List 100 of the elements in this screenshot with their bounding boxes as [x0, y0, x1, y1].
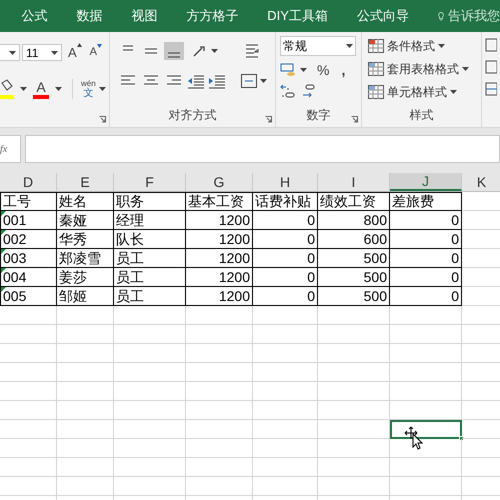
dialog-launcher-icon[interactable] — [265, 116, 272, 123]
caret-icon — [346, 44, 353, 48]
grid-cell — [318, 382, 390, 401]
decrease-indent-icon[interactable] — [187, 73, 205, 89]
caret-icon — [450, 90, 457, 94]
grid-cell — [0, 306, 57, 325]
grid-cell — [253, 363, 318, 382]
grid-cell — [186, 477, 253, 496]
insert-function-box[interactable]: fx — [0, 135, 21, 163]
grid-cell — [114, 363, 186, 382]
grid-cell — [114, 401, 186, 420]
column-header[interactable]: G — [186, 173, 253, 191]
table-cell: 500 — [318, 249, 390, 268]
insert-cells-icon[interactable] — [485, 38, 497, 52]
merge-cells-icon[interactable] — [241, 74, 257, 88]
down-triangle-icon — [97, 44, 102, 48]
table-cell: 华秀 — [57, 230, 114, 249]
grid-cell — [114, 325, 186, 344]
dialog-launcher-icon[interactable] — [99, 116, 106, 123]
group-label: 数字 — [306, 107, 330, 124]
grid-cell — [0, 477, 57, 496]
number-format-dropdown[interactable]: 常规 — [280, 36, 356, 56]
grid-cell — [186, 344, 253, 363]
error-indicator-icon — [1, 211, 6, 216]
table-cell: 0 — [253, 287, 318, 306]
grid-cell — [114, 420, 186, 439]
grid-cell — [253, 477, 318, 496]
grid-cell — [114, 458, 186, 477]
grid-cell — [57, 363, 114, 382]
align-bottom-icon[interactable] — [164, 42, 184, 60]
table-cell: 秦娅 — [57, 211, 114, 230]
table-cell: 员工 — [114, 268, 186, 287]
style-button[interactable]: 单元格样式 — [368, 82, 481, 102]
tell-me-text[interactable]: 告诉我您 — [448, 6, 500, 26]
increase-indent-icon[interactable] — [208, 73, 226, 89]
table-style-icon — [368, 62, 384, 76]
grid-cell — [390, 363, 462, 382]
grid-cell — [390, 306, 462, 325]
grid-cell — [114, 477, 186, 496]
font-size-field[interactable]: 11 — [22, 44, 62, 61]
grid-cell — [390, 401, 462, 420]
grid-cell — [318, 363, 390, 382]
grid-cell — [57, 439, 114, 458]
delete-cells-icon[interactable] — [485, 60, 497, 74]
style-button[interactable]: 套用表格格式 — [368, 59, 481, 79]
table-cell: 员工 — [114, 249, 186, 268]
column-header[interactable]: J — [390, 173, 462, 191]
column-header[interactable]: E — [57, 173, 114, 191]
table-cell: 0 — [253, 249, 318, 268]
grid-cell — [0, 458, 57, 477]
error-indicator-icon — [1, 230, 6, 235]
ribbon-tab[interactable]: 数据 — [76, 6, 102, 26]
font-color-button[interactable]: A — [33, 79, 49, 99]
grid-cell — [390, 458, 462, 477]
currency-icon[interactable] — [280, 63, 296, 77]
shrink-font-button[interactable]: A — [90, 44, 102, 61]
grid-cell — [114, 306, 186, 325]
column-header[interactable]: D — [0, 173, 57, 191]
grid-cell — [253, 420, 318, 439]
table-cell: 0 — [390, 268, 462, 287]
table-cell: 0 — [390, 249, 462, 268]
column-header[interactable]: K — [462, 173, 500, 191]
column-header[interactable]: F — [114, 173, 186, 191]
ribbon-tab[interactable]: DIY工具箱 — [267, 6, 328, 26]
wrap-text-icon[interactable] — [245, 43, 261, 59]
grid-cell — [0, 420, 57, 439]
table-cell: 1200 — [186, 268, 253, 287]
grid-cell — [0, 439, 57, 458]
grid-cell — [57, 401, 114, 420]
table-cell: 600 — [318, 230, 390, 249]
table-cell: 话费补贴 — [253, 192, 318, 211]
font-name-field[interactable] — [0, 44, 20, 61]
grid-cell — [318, 401, 390, 420]
ribbon-tab[interactable]: 视图 — [131, 6, 158, 26]
comma-button[interactable]: , — [341, 60, 346, 80]
phonetic-top: wén — [81, 79, 96, 88]
ribbon-tab[interactable]: 公式 — [21, 6, 48, 26]
ribbon-tab[interactable]: 方方格子 — [186, 6, 238, 26]
grow-font-button[interactable]: A — [68, 42, 82, 62]
ribbon-tab[interactable]: 公式向导 — [356, 6, 409, 26]
format-cells-icon[interactable] — [485, 82, 497, 96]
phonetic-guide-button[interactable]: wén 文 — [81, 79, 96, 99]
column-header[interactable]: H — [253, 173, 318, 191]
formula-input-field[interactable] — [25, 135, 500, 163]
style-button[interactable]: 条件格式 — [368, 36, 481, 56]
grid-cell — [390, 325, 462, 344]
grid-cell — [114, 382, 186, 401]
fill-color-icon[interactable] — [0, 79, 14, 99]
grid-cell — [186, 401, 253, 420]
grid-cell — [186, 439, 253, 458]
grid-cell — [57, 344, 114, 363]
grid-cell — [57, 382, 114, 401]
table-cell: 002 — [0, 230, 57, 249]
grid-cell — [57, 325, 114, 344]
increase-decimal-icon[interactable] — [280, 84, 296, 98]
percent-button[interactable]: % — [317, 60, 330, 80]
dialog-launcher-icon[interactable] — [351, 116, 358, 123]
fill-handle[interactable] — [459, 436, 464, 441]
table-cell: 0 — [253, 268, 318, 287]
table-cell: 队长 — [114, 230, 186, 249]
